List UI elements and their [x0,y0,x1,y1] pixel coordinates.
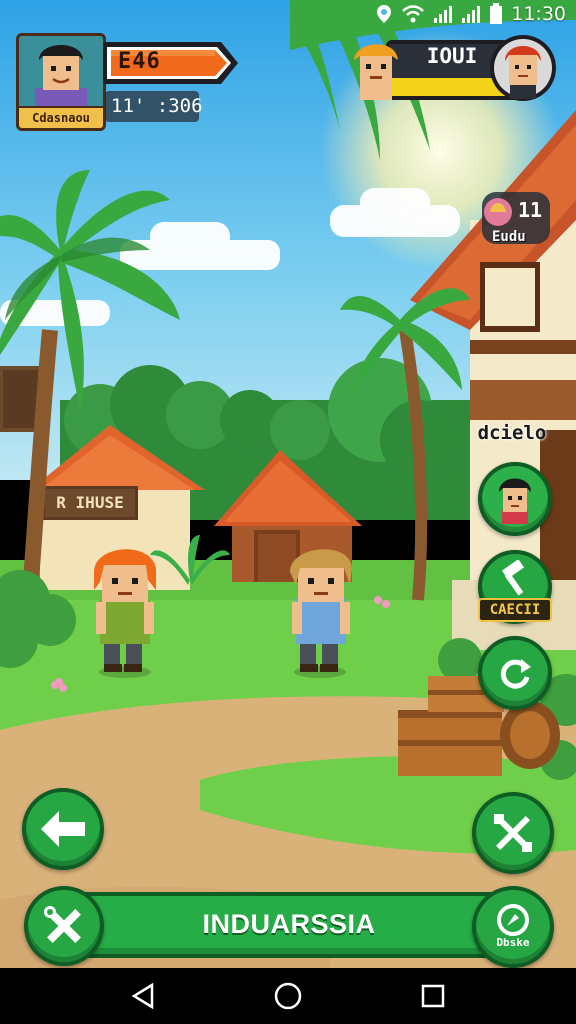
battery-icon [490,3,503,24]
nav-home-button[interactable] [268,976,308,1016]
nav-recents-button[interactable] [413,976,453,1016]
system-nav-bar [0,968,576,1024]
nav-back-button[interactable] [123,976,163,1016]
character-avatar-icon [499,478,531,524]
refresh-button[interactable] [478,636,552,710]
side-panel-header: dcielo [477,422,547,444]
player-portrait[interactable]: Cdasnaou [16,33,106,131]
status-time: 11:30 [511,3,566,25]
signal-icon [462,6,481,23]
hammer-icon [501,560,525,596]
opponent-label: IOUI [426,44,478,68]
character-select-button[interactable] [478,462,552,536]
status-bar: 11:30 [0,0,576,28]
back-button[interactable] [22,788,104,870]
house-sign: R IHUSE [56,493,124,512]
back-triangle-icon [131,982,153,1010]
tools-icon [494,814,532,852]
home-circle-icon [274,982,302,1010]
bottom-bar: INDUARSSIA Dbske [24,886,554,968]
opponent-mini-avatar [354,44,398,100]
arrow-left-icon [41,811,85,847]
opponent-avatar[interactable] [488,33,558,103]
wifi-icon [402,5,425,23]
signal-icon [434,6,453,23]
refresh-icon [500,659,531,689]
wrench-cross-icon [44,906,81,943]
location-name: INDUARSSIA [202,909,376,939]
level-number: 11 [518,198,543,222]
player-name: Cdasnaou [19,106,103,128]
score-value: E46 [118,49,161,74]
tools-button[interactable] [472,792,554,874]
craft-label: CAECII [478,598,552,622]
level-text: Eudu [492,229,526,245]
profile-button[interactable] [472,886,554,968]
timer-display: 11' :306 [105,91,203,122]
location-icon [377,5,392,23]
recents-square-icon [422,984,445,1008]
compass-icon [497,904,529,936]
player-avatar [19,36,103,106]
build-button[interactable] [24,886,104,966]
profile-label: Dbske [496,936,530,949]
